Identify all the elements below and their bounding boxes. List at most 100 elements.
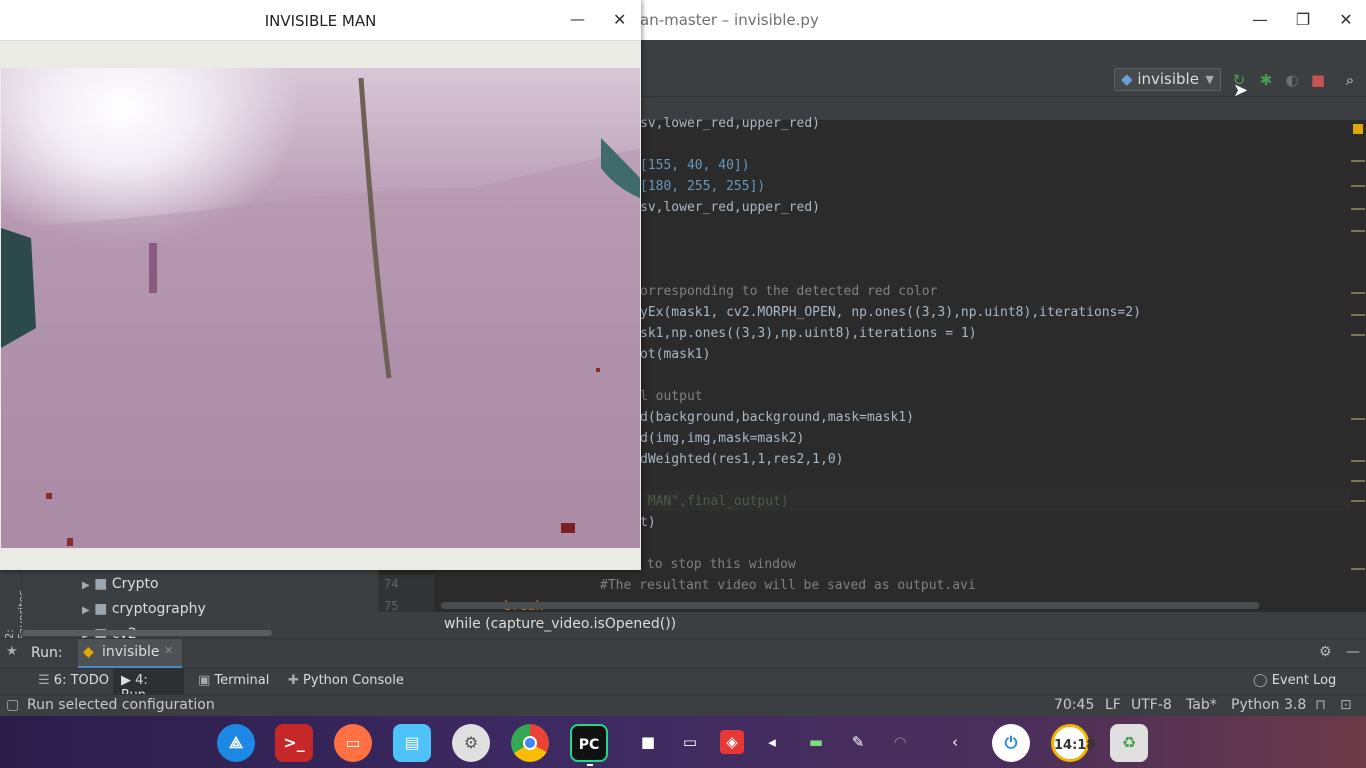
breadcrumb-item[interactable]: while (capture_video.isOpened()) xyxy=(444,616,676,632)
python-interpreter[interactable]: Python 3.8 xyxy=(1231,697,1306,713)
python-icon: ◆ xyxy=(83,644,94,660)
screen-recorder-icon[interactable]: ■ xyxy=(636,730,660,754)
run-configuration-select[interactable]: ◆ invisible ▼ xyxy=(1114,68,1221,91)
horizontal-scrollbar[interactable] xyxy=(441,602,1259,609)
search-icon[interactable]: ⌕ xyxy=(1340,70,1360,90)
code-line: [155, 40, 40]) xyxy=(640,158,750,173)
memory-indicator-icon[interactable]: ⊡ xyxy=(1340,697,1352,713)
indent-setting[interactable]: Tab* xyxy=(1186,697,1217,713)
code-line: orresponding to the detected red color xyxy=(640,284,938,299)
tree-item[interactable]: ▶ ■ cryptography xyxy=(82,601,206,617)
stop-icon[interactable]: ■ xyxy=(1308,70,1328,90)
battery-icon[interactable]: ▬ xyxy=(804,730,828,754)
code-line: dWeighted(res1,1,res2,1,0) xyxy=(640,452,844,467)
stripe-marker[interactable] xyxy=(1351,160,1365,162)
stripe-marker[interactable] xyxy=(1351,185,1365,187)
launcher-icon[interactable]: ⟁ xyxy=(217,724,255,762)
noise-patch xyxy=(67,538,73,546)
toggle-panels-icon[interactable]: ▢ xyxy=(6,697,19,713)
tab-event-log[interactable]: ◯ Event Log xyxy=(1245,669,1344,694)
tree-item-label: cryptography xyxy=(111,601,206,617)
run-tab-label: invisible xyxy=(102,644,160,660)
stripe-marker[interactable] xyxy=(1351,500,1365,502)
caret-position[interactable]: 70:45 xyxy=(1054,697,1094,713)
close-icon[interactable]: ✕ xyxy=(613,10,626,29)
stripe-marker[interactable] xyxy=(1351,292,1365,294)
warning-indicator-icon[interactable] xyxy=(1353,124,1363,134)
cam-window-titlebar[interactable]: INVISIBLE MAN — ✕ xyxy=(0,0,641,41)
tab-label: Terminal xyxy=(214,673,270,688)
lock-icon[interactable]: ⊓ xyxy=(1315,697,1326,713)
debug-icon[interactable]: ✱ xyxy=(1256,70,1276,90)
play-icon: ▶ xyxy=(121,673,131,688)
stripe-marker[interactable] xyxy=(1351,208,1365,210)
run-tab-invisible[interactable]: ◆ invisible ✕ xyxy=(78,639,182,668)
display-icon[interactable]: ▭ xyxy=(678,730,702,754)
tab-terminal[interactable]: ▣ Terminal xyxy=(190,669,277,694)
pin-icon[interactable]: ★ xyxy=(6,644,18,659)
close-tab-icon[interactable]: ✕ xyxy=(164,644,173,657)
file-manager-icon[interactable]: ▤ xyxy=(393,724,431,762)
wall-shadow xyxy=(1,148,640,548)
code-line: d(background,background,mask=mask1) xyxy=(640,410,914,425)
power-icon[interactable]: ⏻ xyxy=(992,724,1030,762)
wifi-icon[interactable]: ◠ xyxy=(888,730,912,754)
code-line: ot(mask1) xyxy=(640,347,711,362)
pycharm-app-icon[interactable]: PC xyxy=(570,724,608,762)
code-line: #The resultant video will be saved as ou… xyxy=(600,578,976,593)
pen-icon[interactable]: ✎ xyxy=(846,730,870,754)
stripe-marker[interactable] xyxy=(1351,334,1365,336)
tree-item[interactable]: ▶ ■ Crypto xyxy=(82,576,159,592)
code-line: d(img,img,mask=mask2) xyxy=(640,431,805,446)
tool-window-tabs: ☰ 6: TODO ▶ 4: Run ▣ Terminal ✚ Python C… xyxy=(0,668,1366,703)
line-number: 75 xyxy=(384,599,399,613)
file-encoding[interactable]: UTF-8 xyxy=(1131,697,1172,713)
taskbar-dock: ⟁ >_ ▭ ▤ ⚙ PC ■ ▭ ◈ ◂ ▬ ✎ ◠ ‹ ⏻ 14:18 ♻ xyxy=(0,716,1366,768)
cam-status-area xyxy=(0,548,641,570)
chrome-app-icon[interactable] xyxy=(511,724,549,762)
run-config-label: invisible xyxy=(1137,70,1199,88)
minimize-icon[interactable]: — xyxy=(1247,8,1273,32)
tree-scrollbar[interactable] xyxy=(22,630,272,636)
python-icon: ◆ xyxy=(1121,70,1133,88)
line-separator[interactable]: LF xyxy=(1105,697,1121,713)
close-icon[interactable]: ✕ xyxy=(1333,8,1359,32)
noise-patch xyxy=(149,243,157,293)
project-tree: ▶ ■ Crypto ▶ ■ cryptography ▶ ■ cv2 xyxy=(22,570,378,638)
anydesk-icon[interactable]: ◈ xyxy=(720,730,744,754)
invisible-man-window[interactable]: INVISIBLE MAN — ✕ xyxy=(0,0,641,570)
settings-app-icon[interactable]: ⚙ xyxy=(452,724,490,762)
volume-icon[interactable]: ◂ xyxy=(760,730,784,754)
stripe-marker[interactable] xyxy=(1351,460,1365,462)
trash-icon[interactable]: ♻ xyxy=(1110,724,1148,762)
tab-run[interactable]: ▶ 4: Run xyxy=(113,669,184,703)
tab-todo[interactable]: ☰ 6: TODO xyxy=(30,669,117,694)
hide-panel-icon[interactable]: — xyxy=(1346,644,1360,660)
terminal-app-icon[interactable]: >_ xyxy=(275,724,313,762)
cam-toolbar-area xyxy=(0,41,641,68)
chevron-down-icon: ▼ xyxy=(1205,73,1214,86)
left-tool-strip: 2: Favorites xyxy=(0,570,29,640)
stripe-marker[interactable] xyxy=(1351,480,1365,482)
tab-label: Event Log xyxy=(1271,673,1337,688)
noise-patch xyxy=(596,368,600,372)
code-line: sk1,np.ones((3,3),np.uint8),iterations =… xyxy=(640,326,977,341)
dark-object-left xyxy=(1,228,36,348)
tab-python-console[interactable]: ✚ Python Console xyxy=(280,669,412,694)
code-line: yEx(mask1, cv2.MORPH_OPEN, np.ones((3,3)… xyxy=(640,305,1141,320)
ide-window-title: an-master – invisible.py xyxy=(640,11,819,29)
clock-label: 14:18 xyxy=(1054,738,1096,753)
minimize-icon[interactable]: — xyxy=(570,10,585,28)
stripe-marker[interactable] xyxy=(1351,230,1365,232)
stripe-marker[interactable] xyxy=(1351,568,1365,570)
stripe-marker[interactable] xyxy=(1351,314,1365,316)
chevron-left-icon[interactable]: ‹ xyxy=(943,730,967,754)
restore-icon[interactable]: ❐ xyxy=(1290,8,1316,32)
camera-video-frame xyxy=(1,68,640,548)
expand-arrow-icon: ▶ xyxy=(82,605,90,616)
coverage-icon[interactable]: ◐ xyxy=(1282,70,1302,90)
stripe-marker[interactable] xyxy=(1351,418,1365,420)
presentation-app-icon[interactable]: ▭ xyxy=(334,724,372,762)
gear-icon[interactable]: ⚙ xyxy=(1319,644,1332,660)
clock-widget[interactable]: 14:18 xyxy=(1051,724,1095,762)
